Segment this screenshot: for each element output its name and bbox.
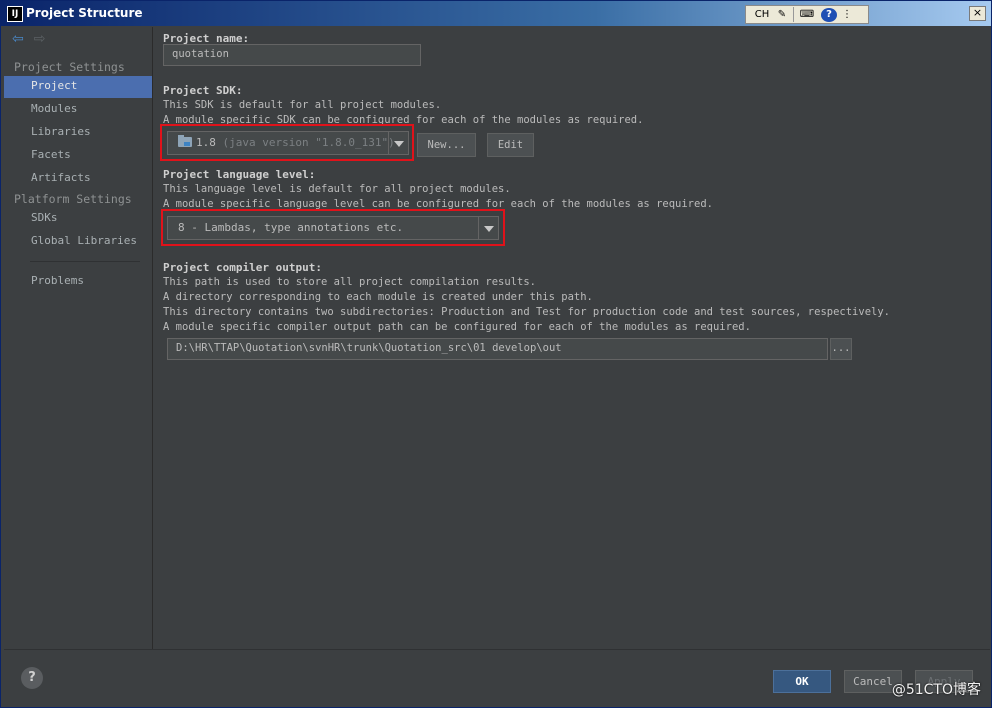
ime-toolbar: CH ✎ ⌨ ? ⋮: [745, 5, 869, 24]
dialog-footer: ? OK Cancel Apply: [4, 649, 990, 707]
intellij-logo-icon: IJ: [7, 6, 23, 22]
sdk-new-button[interactable]: New...: [417, 133, 476, 157]
ime-menu-icon[interactable]: ⋮: [841, 7, 853, 22]
compiler-description-1: This path is used to store all project c…: [163, 276, 536, 288]
language-level-label: Project language level:: [163, 168, 316, 181]
sidebar-item-project[interactable]: Project: [4, 76, 152, 98]
forward-arrow-icon[interactable]: ⇨: [34, 31, 46, 47]
project-structure-window: IJ Project Structure CH ✎ ⌨ ? ⋮ × ⇦ ⇨ Pro…: [0, 0, 992, 708]
sidebar-item-modules[interactable]: Modules: [4, 99, 152, 121]
sdk-edit-button[interactable]: Edit: [487, 133, 534, 157]
sidebar-item-sdks[interactable]: SDKs: [4, 208, 152, 230]
help-icon[interactable]: ?: [21, 667, 43, 689]
main-panel: Project name: quotation Project SDK: Thi…: [153, 27, 991, 649]
title-bar: IJ Project Structure CH ✎ ⌨ ? ⋮ ×: [1, 1, 991, 26]
project-name-input[interactable]: quotation: [163, 44, 421, 66]
ime-language-button[interactable]: CH: [750, 7, 774, 22]
language-level-description-1: This language level is default for all p…: [163, 183, 511, 195]
watermark-text: @51CTO博客: [891, 682, 981, 698]
sidebar-item-global-libraries[interactable]: Global Libraries: [4, 231, 152, 253]
project-settings-header: Project Settings: [14, 60, 125, 74]
nav-arrows: ⇦ ⇨: [12, 31, 45, 47]
ime-keyboard-icon[interactable]: ⌨: [797, 7, 817, 22]
platform-settings-header: Platform Settings: [14, 192, 132, 206]
sdk-highlight-box: [160, 124, 414, 161]
compiler-output-path-input[interactable]: D:\HR\TTAP\Quotation\svnHR\trunk\Quotati…: [167, 338, 828, 360]
ime-pen-icon[interactable]: ✎: [774, 7, 790, 22]
compiler-description-2: A directory corresponding to each module…: [163, 291, 593, 303]
project-sdk-label: Project SDK:: [163, 84, 243, 97]
browse-button[interactable]: ...: [830, 338, 852, 360]
back-arrow-icon[interactable]: ⇦: [12, 31, 24, 47]
sidebar-item-facets[interactable]: Facets: [4, 145, 152, 167]
sidebar-divider: [30, 261, 140, 262]
sdk-description-1: This SDK is default for all project modu…: [163, 99, 442, 111]
sidebar: ⇦ ⇨ Project Settings Project Modules Libr…: [4, 27, 153, 649]
sidebar-item-problems[interactable]: Problems: [4, 271, 152, 293]
sidebar-item-artifacts[interactable]: Artifacts: [4, 168, 152, 190]
sidebar-item-libraries[interactable]: Libraries: [4, 122, 152, 144]
window-title: Project Structure: [26, 6, 143, 20]
language-level-highlight-box: [161, 209, 505, 246]
ime-separator: [793, 7, 794, 22]
ok-button[interactable]: OK: [773, 670, 831, 693]
compiler-description-4: A module specific compiler output path c…: [163, 321, 751, 333]
ime-help-icon[interactable]: ?: [821, 7, 837, 22]
compiler-description-3: This directory contains two subdirectori…: [163, 306, 890, 318]
close-button[interactable]: ×: [969, 6, 986, 21]
compiler-output-label: Project compiler output:: [163, 261, 322, 274]
